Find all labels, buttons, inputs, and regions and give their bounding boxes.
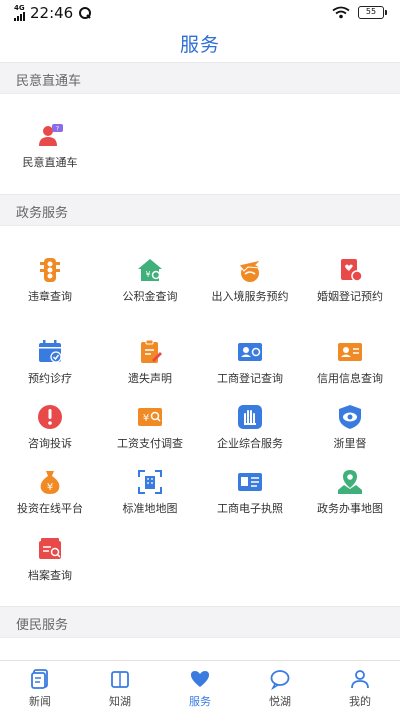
traffic-light-icon [40, 258, 60, 282]
credit-card-icon [338, 343, 362, 361]
nav-item-zhihu[interactable]: 知湖 [80, 661, 160, 711]
feedback-person-icon: ? [39, 124, 63, 146]
archive-search-icon [39, 538, 61, 559]
wifi-icon [332, 6, 350, 19]
nav-item-service[interactable]: 服务 [160, 661, 240, 711]
service-feedback[interactable]: ? 民意直通车 [0, 122, 100, 170]
nav-label: 悦湖 [269, 695, 291, 708]
service-salary-survey[interactable]: ¥ 工资支付调查 [100, 403, 200, 451]
tile-label: 信用信息查询 [317, 372, 383, 385]
service-gov-map[interactable]: 政务办事地图 [300, 468, 400, 516]
svg-text:¥: ¥ [145, 270, 150, 279]
money-bag-icon: ¥ [40, 471, 60, 494]
nav-item-yuehu[interactable]: 悦湖 [240, 661, 320, 711]
nav-item-news[interactable]: 新闻 [0, 661, 80, 711]
news-icon [31, 669, 48, 689]
service-standard-land-map[interactable]: 标准地地图 [100, 468, 200, 516]
airplane-globe-icon [238, 259, 263, 282]
book-icon [111, 671, 129, 688]
tile-label: 企业综合服务 [217, 437, 283, 450]
status-time: 22:46 [30, 4, 74, 22]
exclamation-icon [38, 405, 62, 429]
housing-fund-icon: ¥ [138, 259, 162, 281]
tile-label: 投资在线平台 [17, 502, 83, 515]
bottom-nav: 新闻 知湖 服务 悦湖 我的 [0, 660, 400, 711]
chat-icon [270, 670, 290, 690]
notification-q-icon [79, 7, 92, 19]
tile-label: 工商电子执照 [217, 502, 283, 515]
tile-label: 民意直通车 [22, 156, 78, 169]
tile-label: 工商登记查询 [217, 372, 283, 385]
svg-text:?: ? [56, 126, 59, 133]
marriage-cert-icon [341, 259, 363, 282]
calendar-check-icon [39, 340, 62, 363]
page-title: 服务 [179, 34, 220, 56]
map-pin-icon [338, 470, 362, 494]
tile-label: 出入境服务预约 [211, 290, 289, 303]
section-title: 民意直通车 [16, 74, 82, 89]
battery-icon: 55 [358, 6, 387, 19]
tile-label: 公积金查询 [122, 290, 178, 303]
nav-label: 我的 [349, 695, 371, 708]
business-cert-icon [238, 343, 262, 361]
service-credit-info[interactable]: 信用信息查询 [300, 338, 400, 386]
section-header-government: 政务服务 [0, 194, 400, 226]
status-bar: 4G 22:46 55 [0, 0, 400, 28]
tile-label: 违章查询 [28, 290, 72, 303]
network-indicator: 4G [14, 5, 25, 21]
service-investment[interactable]: ¥ 投资在线平台 [0, 468, 100, 516]
tile-label: 预约诊疗 [28, 372, 72, 385]
tile-label: 档案查询 [28, 569, 72, 582]
service-traffic-violation[interactable]: 违章查询 [0, 256, 100, 304]
service-entry-exit[interactable]: 出入境服务预约 [200, 256, 300, 304]
service-complaint[interactable]: 咨询投诉 [0, 403, 100, 451]
salary-search-icon: ¥ [138, 408, 162, 426]
signal-icon [14, 12, 25, 21]
nav-label: 知湖 [109, 695, 131, 708]
svg-text:¥: ¥ [143, 413, 149, 424]
tile-label: 政务办事地图 [317, 502, 383, 515]
eye-shield-icon [339, 405, 361, 429]
service-business-registration[interactable]: 工商登记查询 [200, 338, 300, 386]
tile-label: 标准地地图 [122, 502, 178, 515]
title-bar: 服务 [0, 28, 400, 62]
hand-icon [238, 405, 262, 429]
service-e-license[interactable]: 工商电子执照 [200, 468, 300, 516]
tile-label: 工资支付调查 [117, 437, 183, 450]
tile-label: 婚姻登记预约 [317, 290, 383, 303]
section-header-feedback: 民意直通车 [0, 62, 400, 94]
service-enterprise[interactable]: 企业综合服务 [200, 403, 300, 451]
network-type: 4G [14, 4, 25, 12]
service-zhelidu[interactable]: 浙里督 [300, 403, 400, 451]
tile-label: 遗失声明 [128, 372, 172, 385]
svg-text:¥: ¥ [47, 482, 53, 493]
section-header-convenience: 便民服务 [0, 606, 400, 638]
section-title: 政务服务 [16, 206, 69, 221]
service-housing-fund[interactable]: ¥ 公积金查询 [100, 256, 200, 304]
service-marriage[interactable]: 婚姻登记预约 [300, 256, 400, 304]
service-appointment[interactable]: 预约诊疗 [0, 338, 100, 386]
tile-label: 浙里督 [333, 437, 367, 450]
heart-icon [191, 671, 209, 687]
nav-label: 新闻 [29, 695, 51, 708]
tile-label: 咨询投诉 [28, 437, 72, 450]
nav-item-mine[interactable]: 我的 [320, 661, 400, 711]
lost-statement-icon [141, 339, 162, 363]
scan-building-icon [138, 470, 162, 494]
e-license-icon [238, 473, 262, 491]
service-archive[interactable]: 档案查询 [0, 535, 100, 583]
section-title: 便民服务 [16, 618, 69, 633]
user-icon [351, 670, 369, 689]
service-lost-statement[interactable]: 遗失声明 [100, 338, 200, 386]
nav-label: 服务 [189, 695, 211, 708]
